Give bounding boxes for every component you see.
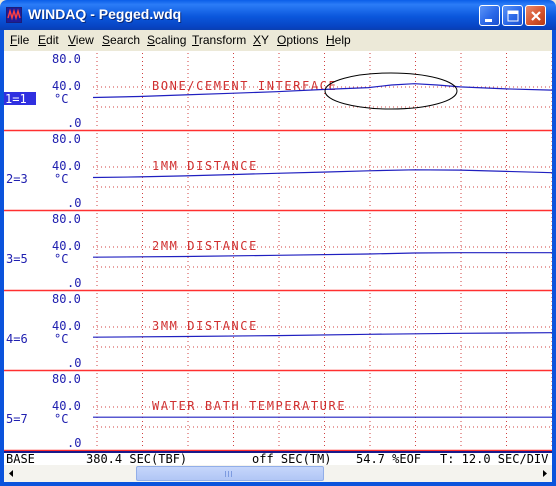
axis-unit-label: °C — [54, 92, 68, 106]
channel-label: WATER BATH TEMPERATURE — [152, 399, 346, 413]
menu-bar: File Edit View Search Scaling Transform … — [4, 30, 552, 50]
status-bar: BASE 380.4 SEC(TBF) off SEC(TM) 54.7 %EO… — [4, 451, 552, 465]
axis-unit-label: °C — [54, 252, 68, 266]
highlight-ellipse — [324, 72, 458, 110]
axis-bottom-label: .0 — [67, 116, 81, 130]
close-button[interactable] — [525, 5, 546, 26]
axis-mid-label: 40.0 — [52, 159, 81, 173]
axis-top-label: 80.0 — [52, 132, 81, 146]
windaq-logo-icon[interactable] — [6, 7, 22, 23]
chart-area[interactable]: 80.0 40.0 °C .0 1=1 BONE/CEMENT INTERFACE 80.0… — [4, 51, 552, 451]
axis-unit-label: °C — [54, 332, 68, 346]
channel-label: BONE/CEMENT INTERFACE — [152, 79, 337, 93]
maximize-button[interactable] — [502, 5, 523, 26]
axis-bottom-label: .0 — [67, 436, 81, 450]
axis-bottom-label: .0 — [67, 196, 81, 210]
channel-trace — [92, 332, 552, 338]
status-eof: 54.7 %EOF — [356, 452, 422, 465]
channels-chart[interactable]: 80.040.0°C.01=1BONE/CEMENT INTERFACE80.0… — [4, 51, 552, 451]
axis-top-label: 80.0 — [52, 212, 81, 226]
axis-bottom-label: .0 — [67, 276, 81, 290]
menu-options[interactable]: Options — [277, 33, 318, 47]
channel-label: 3MM DISTANCE — [152, 319, 258, 333]
menu-view[interactable]: View — [68, 33, 94, 47]
menu-scaling[interactable]: Scaling — [147, 33, 186, 47]
channel-id: 2=3 — [6, 172, 28, 186]
window-frame-right — [552, 30, 556, 486]
window-title: WINDAQ - Pegged.wdq — [28, 6, 182, 22]
axis-top-label: 80.0 — [52, 292, 81, 306]
menu-help[interactable]: Help — [326, 33, 351, 47]
axis-mid-label: 40.0 — [52, 399, 81, 413]
axis-unit-label: °C — [54, 412, 68, 426]
minimize-button[interactable] — [479, 5, 500, 26]
channel-trace — [92, 252, 552, 258]
channel-id: 4=6 — [6, 332, 28, 346]
scroll-left-icon[interactable] — [4, 466, 19, 481]
axis-mid-label: 40.0 — [52, 239, 81, 253]
menu-xy[interactable]: XY — [253, 33, 269, 47]
axis-mid-label: 40.0 — [52, 79, 81, 93]
menu-file[interactable]: File — [10, 33, 29, 47]
menu-transform[interactable]: Transform — [192, 33, 246, 47]
axis-mid-label: 40.0 — [52, 319, 81, 333]
channel-id: 3=5 — [6, 252, 28, 266]
status-cursor-time: off SEC(TM) — [252, 452, 332, 465]
axis-top-label: 80.0 — [52, 52, 81, 66]
axis-top-label: 80.0 — [52, 372, 81, 386]
status-base: BASE — [6, 452, 35, 465]
menu-search[interactable]: Search — [102, 33, 140, 47]
status-time-per-div: 380.4 SEC(TBF) — [86, 452, 188, 465]
window-frame-bottom — [0, 482, 556, 486]
channel-label: 1MM DISTANCE — [152, 159, 258, 173]
channel-id: 1=1 — [5, 92, 27, 106]
axis-unit-label: °C — [54, 172, 68, 186]
channel-label: 2MM DISTANCE — [152, 239, 258, 253]
title-bar[interactable]: WINDAQ - Pegged.wdq — [0, 0, 556, 30]
horizontal-scrollbar[interactable] — [4, 465, 552, 482]
status-tail: T: 12.0 SEC/DIV — [440, 452, 549, 465]
menu-edit[interactable]: Edit — [38, 33, 59, 47]
axis-bottom-label: .0 — [67, 356, 81, 370]
scroll-right-icon[interactable] — [537, 466, 552, 481]
scroll-thumb[interactable] — [136, 466, 324, 481]
channel-id: 5=7 — [6, 412, 28, 426]
